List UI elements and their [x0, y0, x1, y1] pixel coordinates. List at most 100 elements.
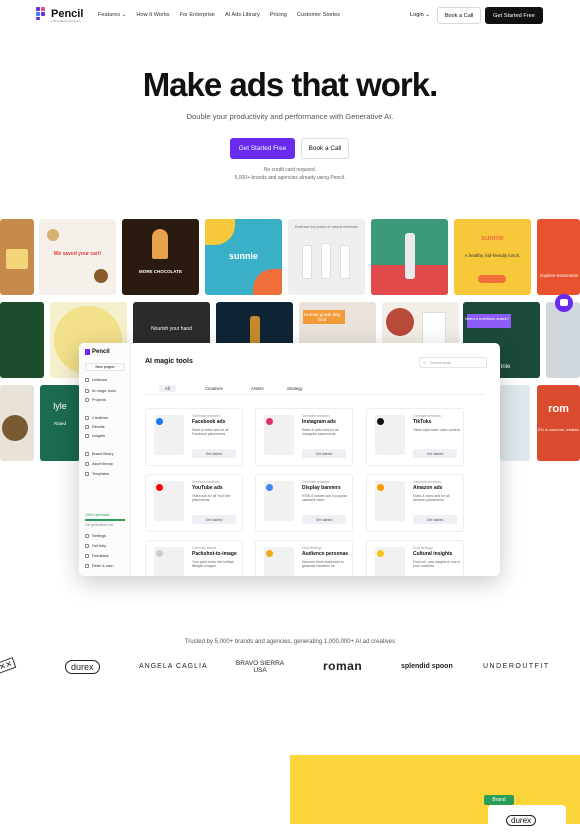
platform-icon — [156, 550, 163, 557]
hero-get-started-button[interactable]: Get Started Free — [230, 138, 295, 159]
brand-logo-roman: roman — [323, 659, 363, 673]
settings-icon — [85, 534, 89, 538]
sidebar-item-templates[interactable]: Templates — [85, 472, 109, 476]
sidebar-item-feedback[interactable]: Feedback — [85, 554, 109, 558]
sidebar-item-projects[interactable]: Projects — [85, 398, 106, 402]
tool-card[interactable]: Generate creatives Amazon ads Static & vid… — [366, 474, 464, 532]
sidebar-item-uniboost[interactable]: Uniboost — [85, 378, 107, 382]
sidebar-icon — [85, 416, 89, 420]
ad-tile-cheese — [0, 219, 34, 295]
tool-card[interactable]: Chat strategy Cultural insights Find rich,… — [366, 540, 464, 576]
tool-card[interactable]: Chat strategy Audience personas Discover f… — [255, 540, 353, 576]
nav-features[interactable]: Features ⌄ — [98, 12, 126, 18]
nav-get-started-button[interactable]: Get Started Free — [485, 7, 543, 24]
tool-card[interactable]: Generate assets Packshot-to-image Turn pac… — [145, 540, 243, 576]
pencil-logo[interactable]: Pencil A Brandtech Company — [36, 7, 83, 23]
sidebar-icon — [85, 434, 89, 438]
ad-caption: rom — [548, 403, 569, 415]
tab-creatives[interactable]: Creatives — [199, 385, 229, 392]
nav-book-call-button[interactable]: Book a Call — [437, 7, 481, 24]
tool-card[interactable]: Generate creatives Display banners HTML5 b… — [255, 474, 353, 532]
tool-tabs: All Creatives Assets Strategy — [145, 383, 485, 395]
app-logo: Pencil — [85, 349, 110, 355]
hero-book-call-button[interactable]: Book a Call — [301, 138, 349, 159]
tool-description: Tiktok-style short video content. — [413, 428, 461, 432]
tool-card[interactable]: Generate creatives Instagram ads Static & … — [255, 408, 353, 466]
tool-card[interactable]: Generate creatives TikToks Tiktok-style sh… — [366, 408, 464, 466]
sidebar-item-creatives[interactable]: Creatives — [85, 416, 108, 420]
login-menu[interactable]: Login ⌄ — [410, 12, 430, 18]
sidebar-item-brand-library[interactable]: Brand library — [85, 452, 114, 456]
ad-tile-food — [0, 385, 34, 461]
sidebar-icon — [85, 398, 89, 402]
tab-assets[interactable]: Assets — [245, 385, 270, 392]
tool-description: Turn pack shots into brilliant lifestyle… — [192, 560, 235, 569]
ad-caption: Explore treatments — [540, 273, 578, 278]
tool-title: Instagram ads — [302, 419, 336, 425]
chat-widget-button[interactable] — [555, 294, 573, 312]
sidebar-item-ai-magic-tools[interactable]: AI magic tools — [85, 389, 116, 393]
platform-icon — [377, 550, 384, 557]
get-started-button[interactable]: Get started — [413, 449, 457, 458]
nav-ai-ads-library[interactable]: AI Ads Library — [225, 12, 260, 18]
chevron-down-icon: ⌄ — [121, 12, 127, 18]
get-started-button[interactable]: Get started — [192, 515, 236, 524]
sidebar-item-settings[interactable]: Settings — [85, 534, 106, 538]
tool-kind: Generate creatives — [192, 414, 220, 418]
get-started-button[interactable]: Get started — [302, 515, 346, 524]
nav-customer-stories[interactable]: Customer Stories — [297, 12, 340, 18]
search-tools-input[interactable]: ⌕ Search tools — [419, 357, 487, 368]
ad-caption: Rated — [53, 421, 66, 426]
brand-logo-angela-caglia: ANGELA CAGLIA — [139, 663, 208, 670]
sidebar-item-results[interactable]: Results — [85, 425, 105, 429]
tab-all[interactable]: All — [159, 385, 176, 392]
hero-note-brands: 5,000+ brands and agencies already using… — [234, 175, 346, 181]
tool-card[interactable]: Generate creatives Facebook ads Static & v… — [145, 408, 243, 466]
ad-caption: sunnie — [228, 251, 258, 261]
brand-logo-partial: ✕✕ — [0, 657, 17, 674]
tool-title: Facebook ads — [192, 419, 226, 425]
tool-description: Static & video ads for all Instagram pla… — [302, 428, 339, 437]
ad-tile-sunnie-2: sunnie A healthy, kid-friendly lunch. — [454, 219, 531, 295]
quota-bar — [85, 519, 125, 521]
new-project-button[interactable]: New project — [85, 363, 125, 371]
pencil-logo-icon — [36, 7, 47, 20]
tab-strategy[interactable]: Strategy — [281, 385, 309, 392]
tool-title: Display banners — [302, 485, 341, 491]
nav-for-enterprise[interactable]: For Enterprise — [179, 12, 214, 18]
app-logo-text: Pencil — [92, 349, 110, 355]
tool-title: Amazon ads — [413, 485, 443, 491]
sidebar-item-asset-library[interactable]: Asset library — [85, 462, 113, 466]
tool-title: TikToks — [413, 419, 432, 425]
sidebar-item-insights[interactable]: Insights — [85, 434, 105, 438]
tool-card[interactable]: Generate creatives YouTube ads Video ads f… — [145, 474, 243, 532]
platform-icon — [156, 418, 163, 425]
platform-icon — [156, 484, 163, 491]
ad-caption: MORE CHOCOLATE — [139, 269, 182, 274]
get-started-button[interactable]: Get started — [192, 449, 236, 458]
nav-pricing[interactable]: Pricing — [270, 12, 287, 18]
quota-subtitle: 100 generations left — [85, 523, 113, 527]
nav-how-it-works[interactable]: How It Works — [136, 12, 169, 18]
sidebar-item-refer[interactable]: Refer & earn — [85, 564, 114, 568]
tool-description: HTML5 banner ads in popular standard siz… — [302, 494, 347, 503]
platform-icon — [266, 418, 273, 425]
get-started-button[interactable]: Get started — [302, 449, 346, 458]
app-page-title: AI magic tools — [145, 358, 193, 365]
brand-card: durex — [488, 805, 566, 835]
trusted-by-text: Trusted by 5,000+ brands and agencies, g… — [184, 639, 396, 645]
ad-caption: Human grade dog food — [303, 312, 341, 322]
tool-kind: Chat strategy — [302, 546, 322, 550]
ad-caption: Nourish your hand — [151, 326, 192, 332]
sidebar-icon — [85, 378, 89, 382]
ad-tile-chocolate: MORE CHOCOLATE — [122, 219, 199, 295]
get-started-button[interactable]: Get started — [413, 515, 457, 524]
ad-caption: A healthy, kid-friendly lunch. — [464, 253, 521, 258]
sidebar-item-get-help[interactable]: Get help — [85, 544, 106, 548]
hero-note-credit-card: No credit card required. — [263, 167, 317, 173]
tool-kind: Generate creatives — [302, 414, 330, 418]
tool-kind: Generate creatives — [302, 480, 330, 484]
ad-tile-light — [500, 385, 530, 461]
brand-logo-splendid-spoon: splendid spoon — [401, 663, 453, 670]
search-placeholder: Search tools — [430, 361, 452, 365]
